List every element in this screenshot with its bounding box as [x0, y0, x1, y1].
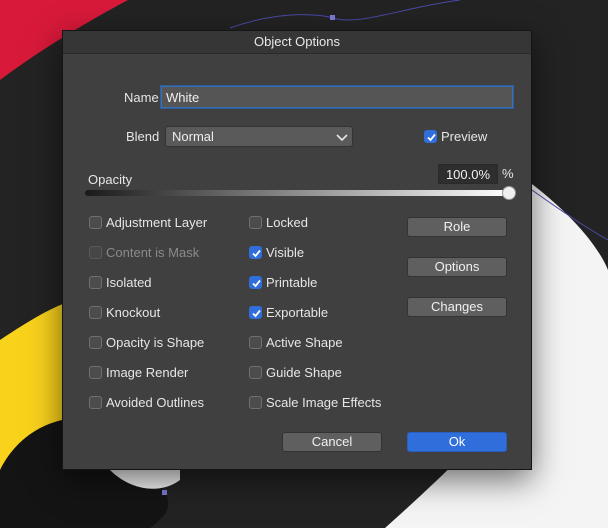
blend-label: Blend	[126, 129, 160, 144]
object-options-dialog: Object Options Name Blend Normal Preview…	[62, 30, 532, 470]
exportable-label: Exportable	[266, 305, 329, 320]
path-node	[330, 15, 335, 20]
options-button[interactable]: Options	[407, 257, 507, 277]
printable-label: Printable	[266, 275, 318, 290]
name-input[interactable]	[161, 86, 513, 108]
scale-image-effects-label: Scale Image Effects	[266, 395, 382, 410]
avoided-outlines-label: Avoided Outlines	[106, 395, 205, 410]
knockout-checkbox[interactable]	[89, 306, 102, 319]
cancel-button[interactable]: Cancel	[282, 432, 382, 452]
image-render-checkbox[interactable]	[89, 366, 102, 379]
content-is-mask-label: Content is Mask	[106, 245, 200, 260]
checkmark-icon	[252, 309, 261, 318]
active-shape-label: Active Shape	[266, 335, 343, 350]
opacity-slider-thumb[interactable]	[502, 186, 516, 200]
role-button[interactable]: Role	[407, 217, 507, 237]
scale-image-effects-checkbox[interactable]	[249, 396, 262, 409]
guide-shape-checkbox[interactable]	[249, 366, 262, 379]
exportable-checkbox[interactable]	[249, 306, 262, 319]
locked-checkbox[interactable]	[249, 216, 262, 229]
preview-label: Preview	[441, 129, 488, 144]
checkmark-icon	[427, 133, 436, 142]
visible-checkbox[interactable]	[249, 246, 262, 259]
adjustment-layer-checkbox[interactable]	[89, 216, 102, 229]
opacity-value-field[interactable]	[438, 164, 498, 184]
opacity-is-shape-label: Opacity is Shape	[106, 335, 205, 350]
image-render-label: Image Render	[106, 365, 189, 380]
opacity-is-shape-checkbox[interactable]	[89, 336, 102, 349]
dialog-title: Object Options	[63, 31, 531, 54]
knockout-label: Knockout	[106, 305, 161, 320]
opacity-unit: %	[502, 166, 514, 181]
ok-button[interactable]: Ok	[407, 432, 507, 452]
blend-mode-select[interactable]: Normal	[165, 126, 353, 147]
active-shape-checkbox[interactable]	[249, 336, 262, 349]
isolated-label: Isolated	[106, 275, 152, 290]
checkmark-icon	[252, 279, 261, 288]
isolated-checkbox[interactable]	[89, 276, 102, 289]
adjustment-layer-label: Adjustment Layer	[106, 215, 208, 230]
content-is-mask-checkbox	[89, 246, 102, 259]
printable-checkbox[interactable]	[249, 276, 262, 289]
preview-checkbox[interactable]	[424, 130, 437, 143]
guide-shape-label: Guide Shape	[266, 365, 342, 380]
checkmark-icon	[252, 249, 261, 258]
blend-mode-value: Normal	[172, 129, 214, 144]
locked-label: Locked	[266, 215, 308, 230]
path-node	[162, 490, 167, 495]
changes-button[interactable]: Changes	[407, 297, 507, 317]
visible-label: Visible	[266, 245, 305, 260]
opacity-slider-track[interactable]	[85, 190, 509, 196]
opacity-label: Opacity	[88, 172, 133, 187]
chevron-down-icon	[336, 134, 348, 142]
avoided-outlines-checkbox[interactable]	[89, 396, 102, 409]
name-label: Name	[124, 90, 159, 105]
